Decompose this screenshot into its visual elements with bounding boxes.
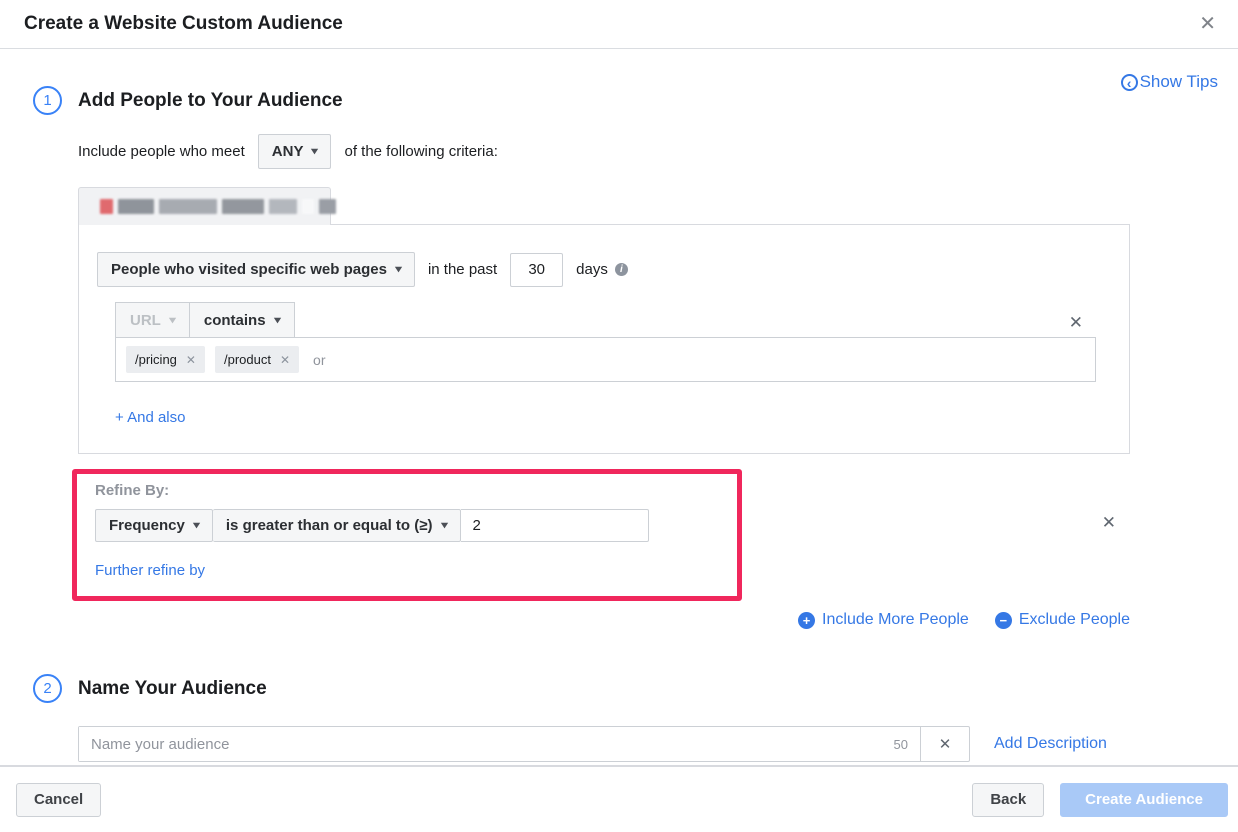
info-icon[interactable]: i xyxy=(615,263,628,276)
footer-right-actions: Back Create Audience xyxy=(972,783,1228,817)
url-token-input[interactable]: /pricing ✕ /product ✕ or xyxy=(115,337,1096,382)
caret-down-icon: ▾ xyxy=(274,315,281,326)
token-remove-icon[interactable]: ✕ xyxy=(280,353,290,367)
caret-down-icon: ▾ xyxy=(441,520,448,531)
url-token: /pricing ✕ xyxy=(126,346,205,373)
refine-annotation-box: Refine By: Frequency ▾ is greater than o… xyxy=(72,469,742,601)
event-row: People who visited specific web pages ▾ … xyxy=(97,252,1129,287)
url-operator-dropdown[interactable]: contains ▾ xyxy=(190,302,295,338)
audience-name-group: 50 ✕ xyxy=(78,726,970,762)
match-criteria-row: Include people who meet ANY ▾ of the fol… xyxy=(78,134,1238,169)
audience-name-row: 50 ✕ Add Description xyxy=(78,726,1238,762)
step2-heading-row: 2 Name Your Audience xyxy=(33,674,1238,703)
step1-heading-row: 1 Add People to Your Audience xyxy=(33,86,1238,115)
remove-url-rule-icon[interactable]: ✕ xyxy=(1069,313,1083,333)
url-token: /product ✕ xyxy=(215,346,299,373)
caret-down-icon: ▾ xyxy=(193,520,200,531)
create-audience-button[interactable]: Create Audience xyxy=(1060,783,1228,817)
caret-down-icon: ▾ xyxy=(169,315,176,326)
dialog-footer: Cancel Back Create Audience xyxy=(0,765,1238,832)
refine-value-input[interactable] xyxy=(461,509,649,542)
match-type-dropdown[interactable]: ANY ▾ xyxy=(258,134,332,169)
minus-circle-icon: − xyxy=(995,612,1012,629)
clear-name-button[interactable]: ✕ xyxy=(920,727,969,761)
event-type-dropdown[interactable]: People who visited specific web pages ▾ xyxy=(97,252,415,287)
dialog-body: 1 Add People to Your Audience Include pe… xyxy=(0,86,1238,762)
caret-down-icon: ▾ xyxy=(312,146,319,157)
and-also-link[interactable]: + And also xyxy=(115,409,185,426)
redacted-pixel-name xyxy=(100,199,336,214)
url-operator-bar: URL ▾ contains ▾ xyxy=(115,302,1129,338)
audience-name-input[interactable] xyxy=(79,727,894,761)
url-field-dropdown: URL ▾ xyxy=(115,302,190,338)
exclude-people-link[interactable]: − Exclude People xyxy=(995,611,1130,629)
close-icon[interactable]: ✕ xyxy=(1195,10,1220,38)
include-more-people-label: Include More People xyxy=(822,611,969,629)
dialog-title: Create a Website Custom Audience xyxy=(24,13,343,35)
add-description-link[interactable]: Add Description xyxy=(994,735,1107,753)
url-rule-block: URL ▾ contains ▾ /pricing ✕ /product xyxy=(115,302,1129,382)
refine-operator-dropdown[interactable]: is greater than or equal to (≥) ▾ xyxy=(213,509,461,542)
create-website-custom-audience-dialog: Create a Website Custom Audience ✕ ‹ Sho… xyxy=(0,0,1238,832)
refine-field-dropdown[interactable]: Frequency ▾ xyxy=(95,509,213,542)
further-refine-link[interactable]: Further refine by xyxy=(95,562,205,579)
pixel-source-tab[interactable] xyxy=(78,187,331,225)
url-field-value: URL xyxy=(130,312,161,329)
or-placeholder-text: or xyxy=(313,352,325,368)
refine-operator-value: is greater than or equal to (≥) xyxy=(226,517,433,534)
cancel-button[interactable]: Cancel xyxy=(16,783,101,817)
dialog-header: Create a Website Custom Audience ✕ xyxy=(0,0,1238,49)
exclude-people-label: Exclude People xyxy=(1019,611,1130,629)
char-count: 50 xyxy=(894,737,920,752)
audience-actions-row: + Include More People − Exclude People xyxy=(78,611,1130,629)
url-operator-value: contains xyxy=(204,312,266,329)
criteria-card: People who visited specific web pages ▾ … xyxy=(78,224,1130,454)
include-prefix-text: Include people who meet xyxy=(78,143,245,160)
step2-number-badge: 2 xyxy=(33,674,62,703)
include-suffix-text: of the following criteria: xyxy=(344,143,497,160)
in-the-past-text: in the past xyxy=(428,261,497,278)
refine-rule-row: Frequency ▾ is greater than or equal to … xyxy=(95,509,737,542)
refine-section: Refine By: Frequency ▾ is greater than o… xyxy=(72,469,1130,601)
days-text: days xyxy=(576,261,608,278)
refine-by-label: Refine By: xyxy=(95,482,737,499)
url-token-text: /pricing xyxy=(135,352,177,367)
step1-number-badge: 1 xyxy=(33,86,62,115)
step2-heading: Name Your Audience xyxy=(78,678,267,700)
include-more-people-link[interactable]: + Include More People xyxy=(798,611,969,629)
event-type-value: People who visited specific web pages xyxy=(111,261,387,278)
back-button[interactable]: Back xyxy=(972,783,1044,817)
caret-down-icon: ▾ xyxy=(395,264,402,275)
retention-days-input[interactable] xyxy=(510,253,563,287)
url-token-text: /product xyxy=(224,352,271,367)
step1-heading: Add People to Your Audience xyxy=(78,90,343,112)
plus-circle-icon: + xyxy=(798,612,815,629)
token-remove-icon[interactable]: ✕ xyxy=(186,353,196,367)
refine-field-value: Frequency xyxy=(109,517,185,534)
match-type-value: ANY xyxy=(272,143,304,160)
remove-refine-icon[interactable]: ✕ xyxy=(1102,513,1116,533)
